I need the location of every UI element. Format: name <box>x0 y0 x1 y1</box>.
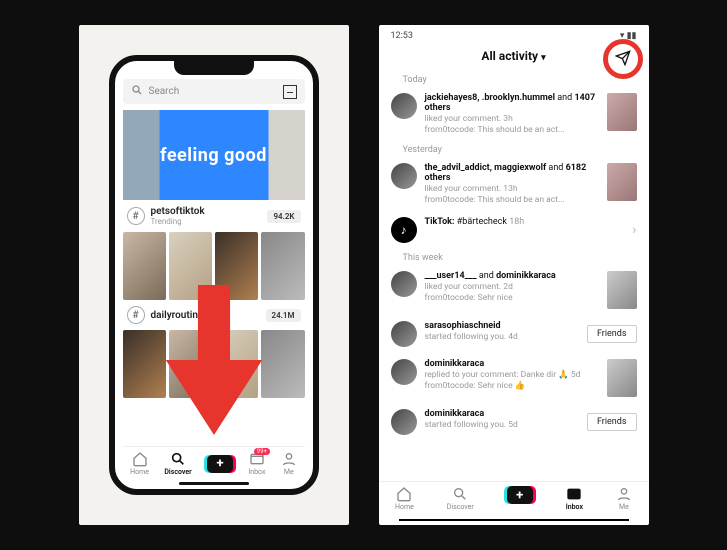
avatar[interactable] <box>391 271 417 297</box>
nav-discover[interactable]: Discover <box>447 486 474 511</box>
activity-row[interactable]: the_advil_addict, maggiexwolf and 6182 o… <box>391 157 637 211</box>
bottom-nav: Home Discover + 99+ Inbox <box>123 446 305 480</box>
friends-button[interactable]: Friends <box>587 413 637 431</box>
nav-me[interactable]: Me <box>616 486 632 511</box>
home-icon <box>132 451 148 467</box>
activity-row[interactable]: dominikkaraca started following you. 5d … <box>391 403 637 441</box>
activity-feed[interactable]: Today jackiehayes8, .brooklyn.hummel and… <box>379 71 649 481</box>
discover-icon <box>170 451 186 467</box>
avatar[interactable] <box>391 359 417 385</box>
section-thisweek: This week <box>391 249 637 265</box>
section-today: Today <box>391 71 637 87</box>
chevron-right-icon: › <box>632 222 636 238</box>
nav-inbox[interactable]: 99+ Inbox <box>248 451 265 476</box>
video-thumb[interactable] <box>607 271 637 309</box>
inbox-icon <box>566 486 582 502</box>
plus-icon: + <box>207 455 233 473</box>
home-indicator <box>399 519 629 521</box>
banner-text: feeling good <box>160 145 267 166</box>
hashtag-sub: Trending <box>151 217 262 226</box>
activity-filter[interactable]: All activity▾ <box>481 49 545 63</box>
profile-icon <box>281 451 297 467</box>
hashtag-row[interactable]: # petsoftiktok Trending 94.2K <box>123 200 305 232</box>
annotation-circle <box>603 39 643 79</box>
avatar[interactable] <box>391 163 417 189</box>
hashtag-icon: # <box>127 207 145 225</box>
activity-row[interactable]: dominikkaraca replied to your comment: D… <box>391 353 637 403</box>
status-time: 12:53 <box>391 31 413 41</box>
trending-banner[interactable]: feeling good <box>123 110 305 200</box>
scan-icon[interactable] <box>283 85 297 99</box>
nav-inbox[interactable]: Inbox <box>566 486 583 511</box>
activity-row-tiktok[interactable]: ♪ TikTok: #bärtecheck 18h › <box>391 211 637 249</box>
video-thumb[interactable] <box>607 359 637 397</box>
plus-icon: + <box>507 486 533 504</box>
send-icon[interactable] <box>615 50 631 69</box>
discover-phone-panel: Search feeling good # petsoftiktok Trend… <box>79 25 349 525</box>
nav-home[interactable]: Home <box>395 486 414 511</box>
video-thumb[interactable] <box>607 93 637 131</box>
avatar[interactable] <box>391 409 417 435</box>
hashtag-count: 24.1M <box>266 309 301 322</box>
activity-row[interactable]: jackiehayes8, .brooklyn.hummel and 1407 … <box>391 87 637 141</box>
profile-icon <box>616 486 632 502</box>
annotation-arrow-icon <box>159 285 269 435</box>
search-placeholder: Search <box>149 86 277 97</box>
search-bar[interactable]: Search <box>123 79 305 104</box>
avatar[interactable] <box>391 93 417 119</box>
activity-panel: 12:53 ▾ ▮▮ All activity▾ Today <box>379 25 649 525</box>
activity-header: All activity▾ <box>379 43 649 71</box>
nav-create[interactable]: + <box>207 455 233 473</box>
avatar[interactable] <box>391 321 417 347</box>
tiktok-avatar: ♪ <box>391 217 417 243</box>
section-yesterday: Yesterday <box>391 141 637 157</box>
inbox-badge: 99+ <box>254 448 270 455</box>
phone-notch <box>174 61 254 75</box>
nav-create[interactable]: + <box>507 486 533 511</box>
nav-discover[interactable]: Discover <box>164 451 191 476</box>
activity-row[interactable]: sarasophiaschneid started following you.… <box>391 315 637 353</box>
home-indicator <box>179 482 249 485</box>
hashtag-icon: # <box>127 306 145 324</box>
nav-me[interactable]: Me <box>281 451 297 476</box>
video-thumb[interactable] <box>607 163 637 201</box>
discover-icon <box>452 486 468 502</box>
chevron-down-icon: ▾ <box>541 53 546 63</box>
inbox-icon: 99+ <box>249 451 265 467</box>
activity-row[interactable]: ___user14___ and dominikkaraca liked you… <box>391 265 637 315</box>
friends-button[interactable]: Friends <box>587 325 637 343</box>
home-icon <box>396 486 412 502</box>
nav-home[interactable]: Home <box>130 451 149 476</box>
bottom-nav: Home Discover + Inbox Me <box>379 481 649 515</box>
hashtag-name: petsoftiktok <box>151 206 262 217</box>
search-icon <box>131 84 143 99</box>
status-bar: 12:53 ▾ ▮▮ <box>379 25 649 43</box>
hashtag-count: 94.2K <box>267 210 300 223</box>
